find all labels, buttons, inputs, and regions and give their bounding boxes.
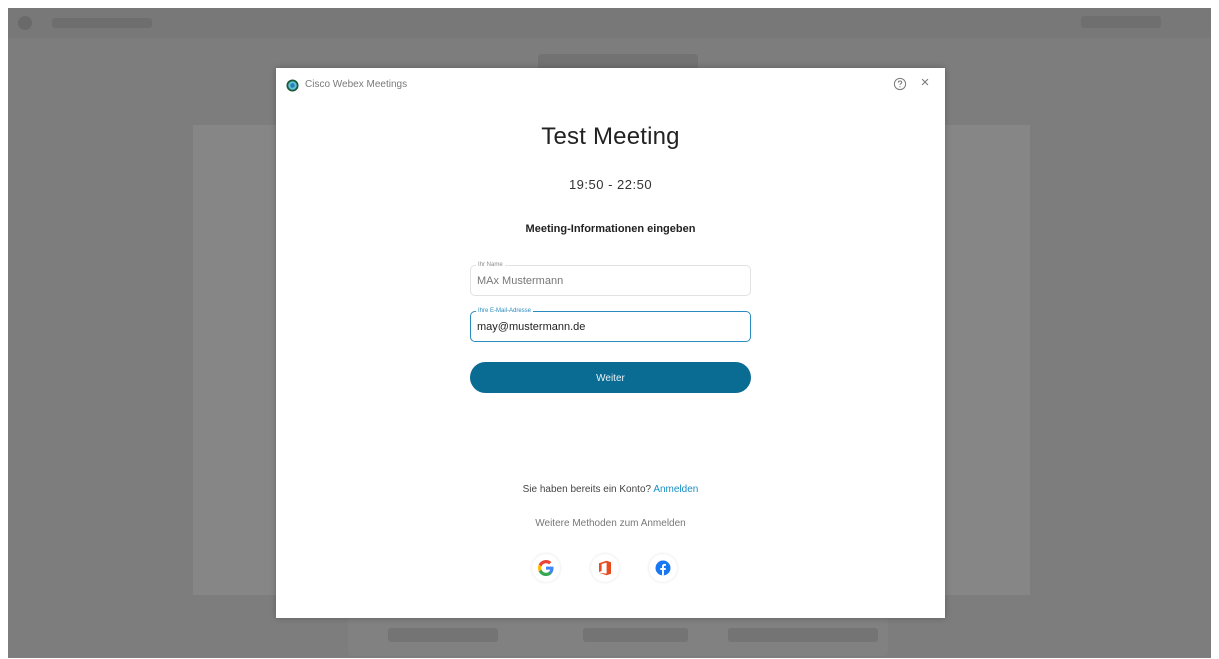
- account-prompt: Sie haben bereits ein Konto? Anmelden: [276, 484, 945, 495]
- background-window-controls: [1081, 16, 1161, 28]
- background-video-chip: [583, 628, 688, 642]
- meeting-title: Test Meeting: [541, 123, 680, 150]
- background-join-chip: [728, 628, 878, 642]
- form-heading: Meeting-Informationen eingeben: [525, 223, 696, 235]
- help-circle-icon[interactable]: [893, 77, 907, 91]
- account-question: Sie haben bereits ein Konto?: [522, 484, 652, 495]
- facebook-signin-button[interactable]: [649, 554, 677, 582]
- facebook-icon: [655, 560, 671, 576]
- name-input[interactable]: [477, 273, 737, 289]
- webex-logo-icon: [286, 79, 299, 92]
- background-app-logo: [18, 16, 32, 30]
- next-button[interactable]: Weiter: [470, 362, 751, 393]
- name-field-label: Ihr Name: [476, 262, 505, 269]
- join-meeting-dialog: Cisco Webex Meetings × Test Meeting 19:5…: [276, 68, 945, 618]
- email-field-label: Ihre E-Mail-Adresse: [476, 308, 534, 315]
- dialog-title: Cisco Webex Meetings: [305, 79, 408, 90]
- background-app-title: [52, 18, 152, 28]
- background-audio-chip: [388, 628, 498, 642]
- background-topbar: [8, 8, 1211, 38]
- more-signin-methods: Weitere Methoden zum Anmelden: [535, 518, 686, 529]
- email-input[interactable]: [477, 319, 737, 335]
- google-icon: [538, 560, 554, 576]
- office-icon: [599, 560, 611, 576]
- office-signin-button[interactable]: [591, 554, 619, 582]
- name-field[interactable]: Ihr Name: [470, 262, 751, 296]
- signin-link[interactable]: Anmelden: [653, 484, 698, 495]
- close-icon[interactable]: ×: [918, 75, 932, 90]
- email-field[interactable]: Ihre E-Mail-Adresse: [470, 308, 751, 342]
- google-signin-button[interactable]: [532, 554, 560, 582]
- meeting-time: 19:50 - 22:50: [568, 177, 653, 192]
